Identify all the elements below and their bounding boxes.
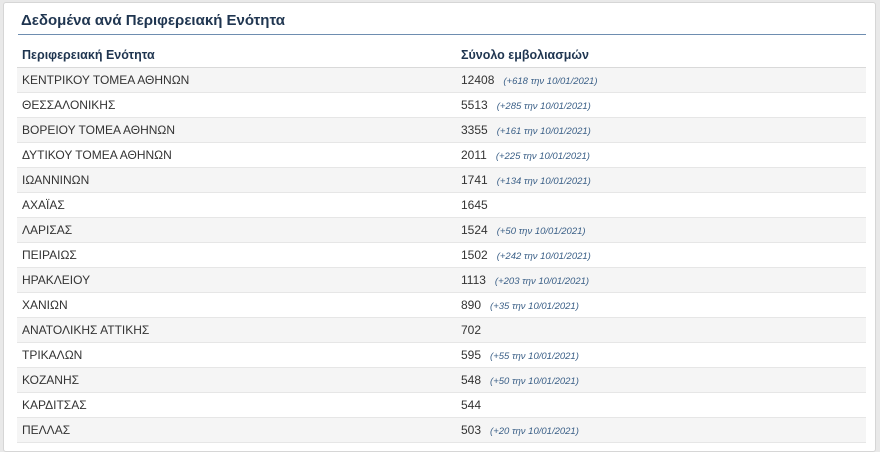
total-cell: 5513 (+285 την 10/01/2021) <box>458 98 866 112</box>
region-name-cell: ΒΟΡΕΙΟΥ ΤΟΜΕΑ ΑΘΗΝΩΝ <box>22 123 176 137</box>
daily-increase-note: (+50 την 10/01/2021) <box>490 376 579 387</box>
vaccination-total: 503 <box>461 423 482 437</box>
region-name-cell: ΚΕΝΤΡΙΚΟΥ ΤΟΜΕΑ ΑΘΗΝΩΝ <box>22 73 190 87</box>
total-cell: 3355 (+161 την 10/01/2021) <box>458 123 866 137</box>
table-row: ΘΕΣΣΑΛΟΝΙΚΗΣ 5513 (+285 την 10/01/2021) <box>17 93 866 118</box>
vaccination-total: 544 <box>461 398 482 412</box>
total-cell: 890 (+35 την 10/01/2021) <box>458 298 866 312</box>
region-name-cell: ΑΧΑΪΑΣ <box>22 198 65 212</box>
table-row: ΛΑΡΙΣΑΣ 1524 (+50 την 10/01/2021) <box>17 218 866 243</box>
column-header-region[interactable]: Περιφερειακή Ενότητα <box>17 48 458 62</box>
daily-increase-note: (+285 την 10/01/2021) <box>496 101 591 112</box>
table-row: ΠΕΙΡΑΙΩΣ 1502 (+242 την 10/01/2021) <box>17 243 866 268</box>
total-cell: 1645 <box>458 198 866 212</box>
region-name-cell: ΠΕΛΛΑΣ <box>22 423 71 437</box>
region-name-cell: ΠΕΙΡΑΙΩΣ <box>22 248 77 262</box>
table-row: ΠΕΛΛΑΣ 503 (+20 την 10/01/2021) <box>17 418 866 443</box>
daily-increase-note: (+225 την 10/01/2021) <box>495 151 590 162</box>
region-name-cell: ΔΥΤΙΚΟΥ ΤΟΜΕΑ ΑΘΗΝΩΝ <box>22 148 172 162</box>
region-name-cell: ΚΑΡΔΙΤΣΑΣ <box>22 398 87 412</box>
vaccination-total: 702 <box>461 323 482 337</box>
daily-increase-note: (+618 την 10/01/2021) <box>503 76 598 87</box>
table-row: ΔΥΤΙΚΟΥ ΤΟΜΕΑ ΑΘΗΝΩΝ 2011 (+225 την 10/01/… <box>17 143 866 168</box>
daily-increase-note: (+161 την 10/01/2021) <box>496 126 591 137</box>
vaccination-total: 1502 <box>461 248 488 262</box>
daily-increase-note: (+20 την 10/01/2021) <box>490 426 579 437</box>
total-cell: 548 (+50 την 10/01/2021) <box>458 373 866 387</box>
total-cell: 1741 (+134 την 10/01/2021) <box>458 173 866 187</box>
region-name-cell: ΚΟΖΑΝΗΣ <box>22 373 80 387</box>
vaccination-total: 5513 <box>461 98 488 112</box>
daily-increase-note: (+50 την 10/01/2021) <box>496 226 586 237</box>
region-name-cell: ΤΡΙΚΑΛΩΝ <box>22 348 83 362</box>
region-name-cell: ΙΩΑΝΝΙΝΩΝ <box>22 173 90 187</box>
total-cell: 1524 (+50 την 10/01/2021) <box>458 223 866 237</box>
regional-vaccinations-table: Περιφερειακή Ενότητα Σύνολο εμβολιασμών … <box>17 43 866 443</box>
table-row: ΒΟΡΕΙΟΥ ΤΟΜΕΑ ΑΘΗΝΩΝ 3355 (+161 την 10/01/… <box>17 118 866 143</box>
vaccination-total: 1741 <box>461 173 488 187</box>
daily-increase-note: (+55 την 10/01/2021) <box>490 351 579 362</box>
vaccination-total: 890 <box>461 298 482 312</box>
daily-increase-note: (+242 την 10/01/2021) <box>496 251 591 262</box>
total-cell: 544 <box>458 398 866 412</box>
title-divider <box>18 34 866 35</box>
total-cell: 702 <box>458 323 866 337</box>
vaccination-total: 548 <box>461 373 482 387</box>
total-cell: 2011 (+225 την 10/01/2021) <box>458 148 866 162</box>
vaccination-total: 1113 <box>461 273 486 287</box>
region-name-cell: ΘΕΣΣΑΛΟΝΙΚΗΣ <box>22 98 116 112</box>
table-row: ΗΡΑΚΛΕΙΟΥ 1113 (+203 την 10/01/2021) <box>17 268 866 293</box>
vaccination-total: 595 <box>461 348 482 362</box>
total-cell: 1113 (+203 την 10/01/2021) <box>458 273 866 287</box>
table-row: ΤΡΙΚΑΛΩΝ 595 (+55 την 10/01/2021) <box>17 343 866 368</box>
regional-data-panel: Δεδομένα ανά Περιφερειακή Ενότητα Περιφε… <box>3 2 876 452</box>
vaccination-total: 1524 <box>461 223 488 237</box>
table-row: ΑΧΑΪΑΣ 1645 <box>17 193 866 218</box>
panel-title: Δεδομένα ανά Περιφερειακή Ενότητα <box>21 12 285 29</box>
total-cell: 595 (+55 την 10/01/2021) <box>458 348 866 362</box>
daily-increase-note: (+203 την 10/01/2021) <box>494 276 590 287</box>
daily-increase-note: (+134 την 10/01/2021) <box>496 176 591 187</box>
region-name-cell: ΧΑΝΙΩΝ <box>22 298 68 312</box>
vaccination-total: 2011 <box>461 148 487 162</box>
table-body: ΚΕΝΤΡΙΚΟΥ ΤΟΜΕΑ ΑΘΗΝΩΝ 12408 (+618 την 10/… <box>17 68 866 443</box>
vaccination-total: 3355 <box>461 123 488 137</box>
table-row: ΚΑΡΔΙΤΣΑΣ 544 <box>17 393 866 418</box>
table-row: ΑΝΑΤΟΛΙΚΗΣ ΑΤΤΙΚΗΣ 702 <box>17 318 866 343</box>
total-cell: 503 (+20 την 10/01/2021) <box>458 423 866 437</box>
daily-increase-note: (+35 την 10/01/2021) <box>490 301 579 312</box>
total-cell: 12408 (+618 την 10/01/2021) <box>458 73 866 87</box>
region-name-cell: ΛΑΡΙΣΑΣ <box>22 223 73 237</box>
region-name-cell: ΗΡΑΚΛΕΙΟΥ <box>22 273 91 287</box>
vaccination-total: 12408 <box>461 73 495 87</box>
table-row: ΙΩΑΝΝΙΝΩΝ 1741 (+134 την 10/01/2021) <box>17 168 866 193</box>
vaccination-total: 1645 <box>461 198 488 212</box>
table-row: ΚΟΖΑΝΗΣ 548 (+50 την 10/01/2021) <box>17 368 866 393</box>
column-header-total[interactable]: Σύνολο εμβολιασμών <box>458 48 866 62</box>
region-name-cell: ΑΝΑΤΟΛΙΚΗΣ ΑΤΤΙΚΗΣ <box>22 323 150 337</box>
total-cell: 1502 (+242 την 10/01/2021) <box>458 248 866 262</box>
table-header-row: Περιφερειακή Ενότητα Σύνολο εμβολιασμών <box>17 43 866 68</box>
table-row: ΚΕΝΤΡΙΚΟΥ ΤΟΜΕΑ ΑΘΗΝΩΝ 12408 (+618 την 10/… <box>17 68 866 93</box>
table-row: ΧΑΝΙΩΝ 890 (+35 την 10/01/2021) <box>17 293 866 318</box>
